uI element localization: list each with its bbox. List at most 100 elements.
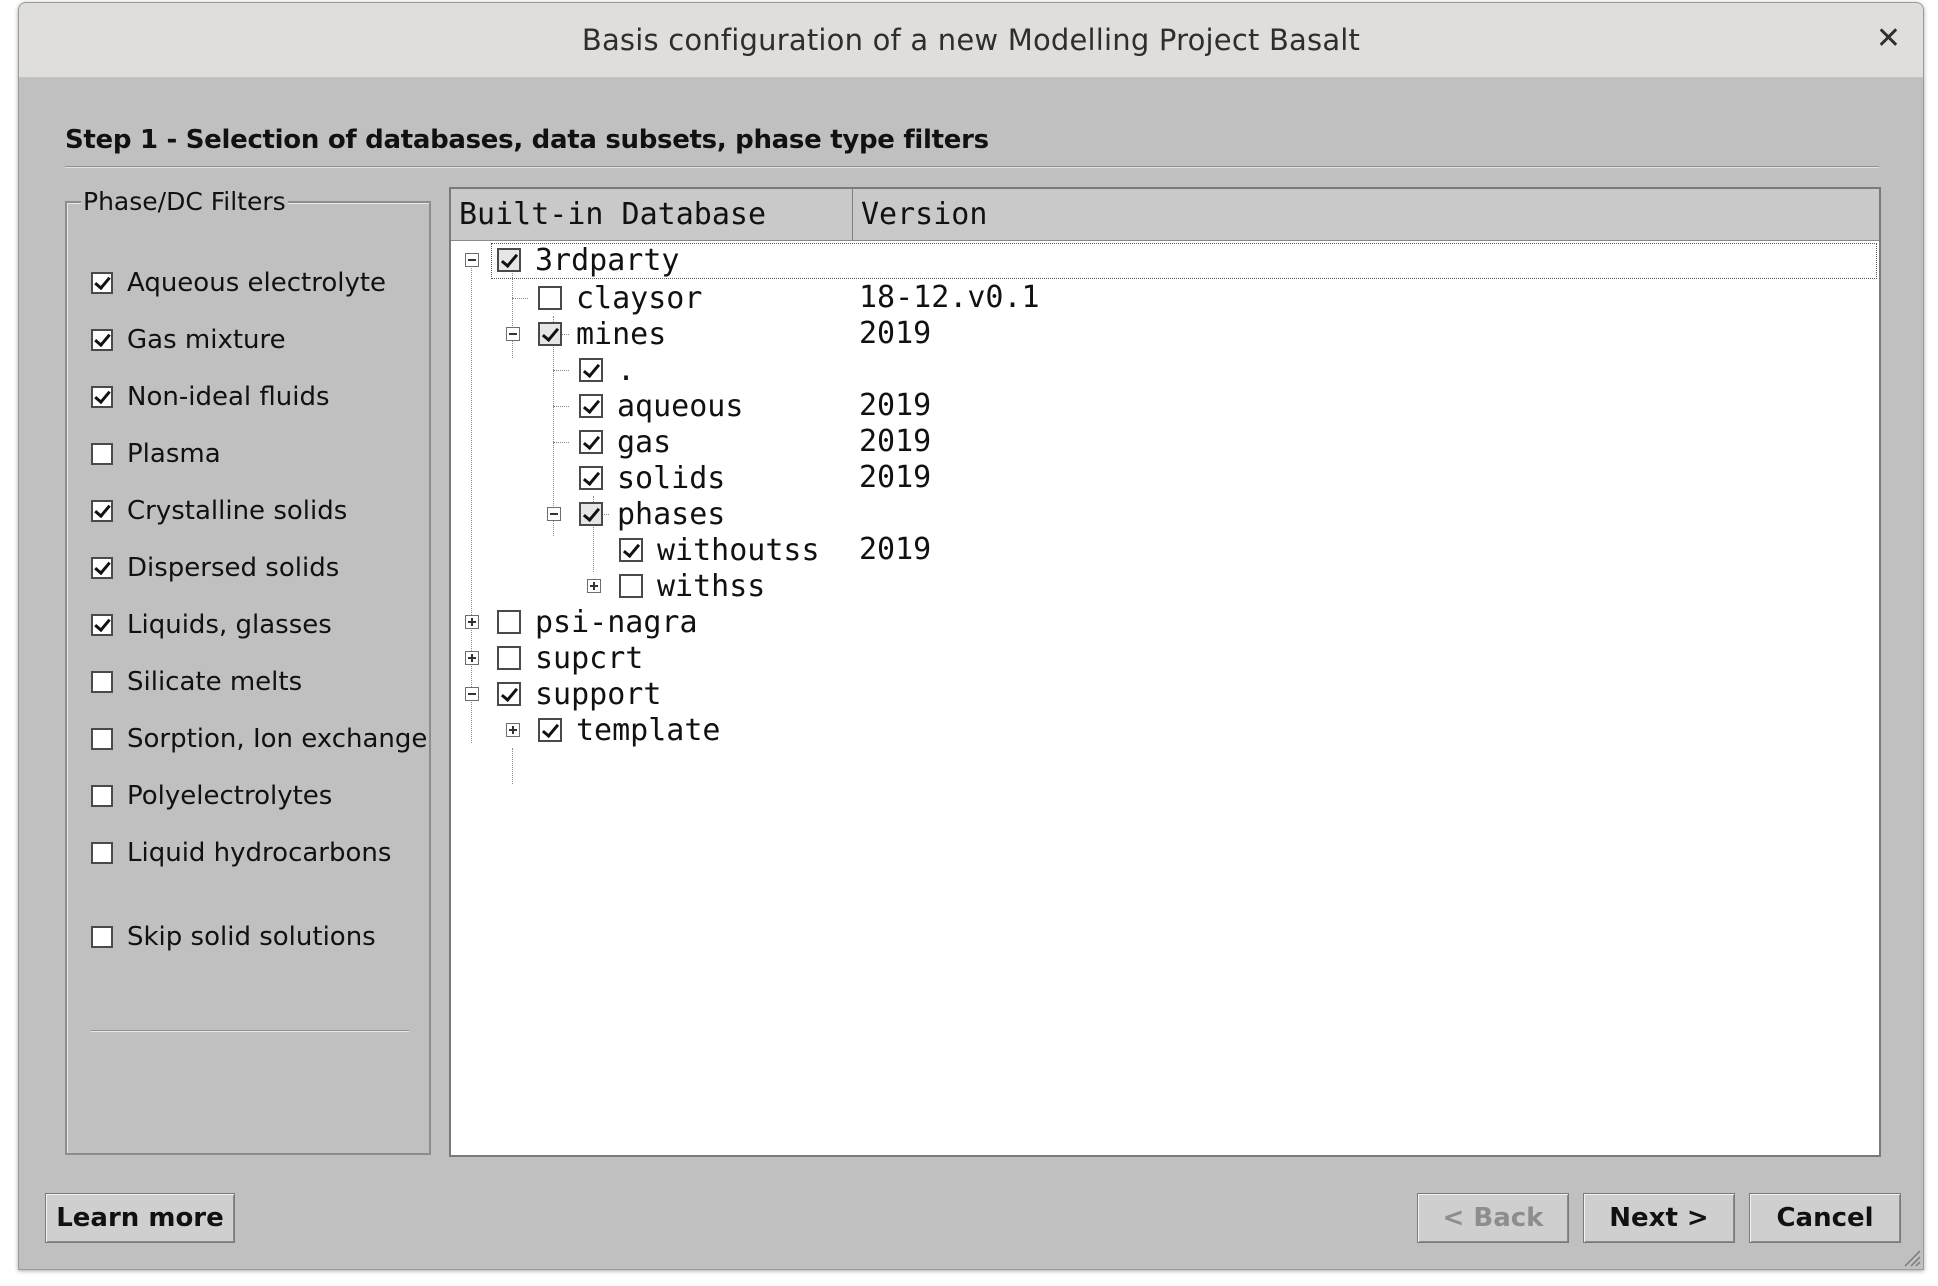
- skip-solid-solutions[interactable]: Skip solid solutions: [91, 919, 376, 955]
- node-label: support: [535, 676, 662, 712]
- node-label: mines: [576, 316, 667, 352]
- title-bar[interactable]: Basis configuration of a new Modelling P…: [19, 3, 1923, 78]
- filter-checkbox[interactable]: [91, 386, 113, 408]
- tree-node-withss[interactable]: withss: [619, 568, 766, 604]
- window-title: Basis configuration of a new Modelling P…: [581, 23, 1361, 57]
- focused-row-outline: [491, 243, 1877, 279]
- resize-grip-icon[interactable]: [1901, 1247, 1921, 1267]
- filter-label: Liquids, glasses: [127, 610, 332, 640]
- node-checkbox[interactable]: [497, 248, 521, 272]
- filter-label: Gas mixture: [127, 325, 286, 355]
- node-checkbox[interactable]: [497, 610, 521, 634]
- node-label: psi-nagra: [535, 604, 698, 640]
- filter-gas-mixture[interactable]: Gas mixture: [91, 322, 286, 358]
- expand-icon[interactable]: [465, 615, 479, 629]
- tree-connector: [553, 442, 569, 443]
- skip-label: Skip solid solutions: [127, 922, 376, 952]
- filter-label: Sorption, Ion exchange: [127, 724, 428, 754]
- node-label: withss: [657, 568, 766, 604]
- filter-label: Silicate melts: [127, 667, 303, 697]
- node-label: .: [617, 352, 636, 388]
- tree-connector: [512, 748, 513, 784]
- filter-sorption-ion-exchange[interactable]: Sorption, Ion exchange: [91, 721, 427, 757]
- filter-non-ideal-fluids[interactable]: Non-ideal fluids: [91, 379, 330, 415]
- node-label: supcrt: [535, 640, 644, 676]
- tree-node-3rdparty[interactable]: 3rdparty: [497, 242, 680, 278]
- filters-divider: [91, 1030, 409, 1032]
- node-label: 3rdparty: [535, 242, 680, 278]
- filter-liquid-hydrocarbons[interactable]: Liquid hydrocarbons: [91, 835, 391, 871]
- filter-label: Liquid hydrocarbons: [127, 838, 392, 868]
- expand-icon[interactable]: [587, 579, 601, 593]
- node-checkbox[interactable]: [538, 322, 562, 346]
- filter-silicate-melts[interactable]: Silicate melts: [91, 664, 302, 700]
- node-checkbox[interactable]: [538, 286, 562, 310]
- filter-liquids-glasses[interactable]: Liquids, glasses: [91, 607, 332, 643]
- node-checkbox[interactable]: [619, 538, 643, 562]
- tree-node-withoutss[interactable]: withoutss: [619, 532, 820, 568]
- column-header-database[interactable]: Built-in Database: [451, 189, 853, 241]
- filter-checkbox[interactable]: [91, 329, 113, 351]
- phase-filters-legend: Phase/DC Filters: [81, 187, 288, 216]
- tree-connector: [471, 257, 472, 743]
- node-checkbox[interactable]: [579, 430, 603, 454]
- database-tree[interactable]: Built-in Database Version 3rdparty clays…: [449, 187, 1881, 1157]
- node-checkbox[interactable]: [579, 466, 603, 490]
- expand-icon[interactable]: [465, 651, 479, 665]
- tree-node-claysor[interactable]: claysor: [538, 281, 702, 316]
- node-checkbox[interactable]: [579, 502, 603, 526]
- node-label: aqueous: [617, 388, 744, 424]
- tree-node-phases[interactable]: phases: [579, 497, 725, 532]
- node-checkbox[interactable]: [579, 394, 603, 418]
- node-checkbox[interactable]: [579, 358, 603, 382]
- tree-node-psi-nagra[interactable]: psi-nagra: [497, 604, 698, 640]
- filter-checkbox[interactable]: [91, 443, 113, 465]
- filter-label: Polyelectrolytes: [127, 781, 333, 811]
- node-checkbox[interactable]: [538, 718, 562, 742]
- node-checkbox[interactable]: [497, 646, 521, 670]
- filter-checkbox[interactable]: [91, 671, 113, 693]
- filter-checkbox[interactable]: [91, 500, 113, 522]
- filter-aqueous-electrolyte[interactable]: Aqueous electrolyte: [91, 265, 386, 301]
- tree-node-mines[interactable]: mines: [538, 316, 667, 352]
- tree-node-aqueous[interactable]: aqueous: [579, 388, 744, 424]
- tree-node-dot[interactable]: .: [579, 352, 636, 388]
- skip-checkbox[interactable]: [91, 926, 113, 948]
- tree-node-template[interactable]: template: [538, 712, 721, 748]
- filter-label: Crystalline solids: [127, 496, 348, 526]
- collapse-icon[interactable]: [506, 327, 520, 341]
- collapse-icon[interactable]: [465, 687, 479, 701]
- collapse-icon[interactable]: [465, 253, 479, 267]
- node-label: withoutss: [657, 532, 820, 568]
- node-checkbox[interactable]: [619, 574, 643, 598]
- tree-node-gas[interactable]: gas: [579, 425, 671, 460]
- filter-checkbox[interactable]: [91, 614, 113, 636]
- filter-polyelectrolytes[interactable]: Polyelectrolytes: [91, 778, 332, 814]
- node-label: solids: [617, 460, 726, 496]
- next-button[interactable]: Next >: [1583, 1193, 1735, 1243]
- filter-dispersed-solids[interactable]: Dispersed solids: [91, 550, 339, 586]
- filter-checkbox[interactable]: [91, 842, 113, 864]
- node-checkbox[interactable]: [497, 682, 521, 706]
- filter-plasma[interactable]: Plasma: [91, 436, 221, 472]
- filter-label: Aqueous electrolyte: [127, 268, 387, 298]
- tree-node-supcrt[interactable]: supcrt: [497, 640, 644, 676]
- expand-icon[interactable]: [506, 723, 520, 737]
- learn-more-button[interactable]: Learn more: [45, 1193, 235, 1243]
- filter-label: Non-ideal fluids: [127, 382, 330, 412]
- tree-connector: [553, 370, 569, 371]
- filter-checkbox[interactable]: [91, 272, 113, 294]
- filter-checkbox[interactable]: [91, 728, 113, 750]
- node-label: template: [576, 712, 721, 748]
- cancel-button[interactable]: Cancel: [1749, 1193, 1901, 1243]
- step-divider: [65, 166, 1879, 168]
- filter-crystalline-solids[interactable]: Crystalline solids: [91, 493, 347, 529]
- close-icon[interactable]: ✕: [1876, 21, 1901, 56]
- collapse-icon[interactable]: [547, 507, 561, 521]
- tree-node-solids[interactable]: solids: [579, 460, 726, 496]
- filter-checkbox[interactable]: [91, 785, 113, 807]
- column-header-version[interactable]: Version: [853, 189, 1879, 241]
- back-button[interactable]: < Back: [1417, 1193, 1569, 1243]
- tree-node-support[interactable]: support: [497, 676, 662, 712]
- filter-checkbox[interactable]: [91, 557, 113, 579]
